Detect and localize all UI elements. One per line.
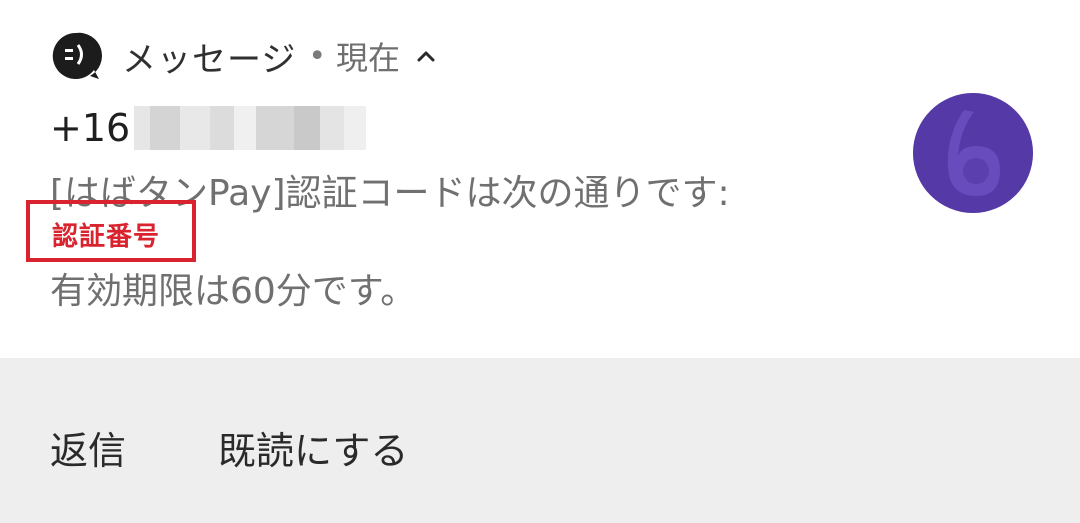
separator-dot: • [308, 38, 327, 74]
redacted-number [134, 106, 367, 150]
sender-phone-number: +16 [50, 104, 367, 152]
messages-app-icon [50, 30, 102, 82]
contact-avatar-icon [912, 92, 1034, 214]
sender-prefix: +16 [50, 106, 131, 150]
notification-time: 現在 [336, 39, 401, 77]
reply-button[interactable]: 返信 [50, 420, 126, 475]
notification-actions-bar [0, 358, 1080, 523]
mark-as-read-button[interactable]: 既読にする [218, 420, 408, 475]
app-name: メッセージ [122, 39, 297, 80]
notification-content[interactable]: メッセージ • 現在 +16 [はばタンPay]認証コードは次の通りです: 認証… [0, 0, 1080, 358]
message-line-3: 有効期限は60分です。 [50, 271, 417, 312]
chevron-up-icon[interactable] [414, 44, 438, 68]
verification-code-label: 認証番号 [52, 222, 161, 252]
message-notification[interactable]: メッセージ • 現在 +16 [はばタンPay]認証コードは次の通りです: 認証… [0, 0, 1080, 523]
notification-header: メッセージ • 現在 [50, 30, 438, 82]
